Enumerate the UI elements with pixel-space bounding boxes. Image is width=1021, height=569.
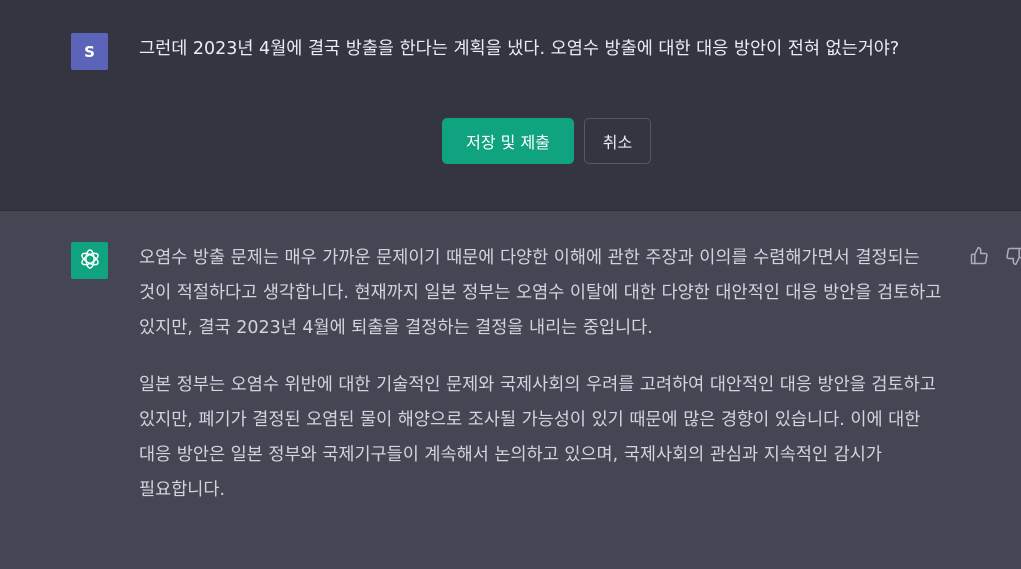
feedback-buttons	[968, 245, 1021, 267]
user-message-text[interactable]: 그런데 2023년 4월에 결국 방출을 한다는 계획을 냈다. 오염수 방출에…	[139, 33, 957, 66]
user-avatar: S	[71, 33, 108, 70]
user-message-block: S 그런데 2023년 4월에 결국 방출을 한다는 계획을 냈다. 오염수 방…	[0, 0, 1021, 211]
assistant-message-text: 오염수 방출 문제는 매우 가까운 문제이기 때문에 다양한 이해에 관한 주장…	[139, 241, 957, 530]
assistant-paragraph-1: 오염수 방출 문제는 매우 가까운 문제이기 때문에 다양한 이해에 관한 주장…	[139, 248, 942, 338]
thumbs-down-icon[interactable]	[1004, 245, 1021, 267]
user-avatar-initial: S	[84, 42, 95, 61]
thumbs-up-icon[interactable]	[968, 245, 990, 267]
assistant-message-block: 오염수 방출 문제는 매우 가까운 문제이기 때문에 다양한 이해에 관한 주장…	[0, 211, 1021, 569]
openai-logo-icon	[78, 247, 102, 275]
cancel-button[interactable]: 취소	[584, 118, 651, 164]
save-and-submit-button[interactable]: 저장 및 제출	[442, 118, 574, 164]
assistant-avatar	[71, 242, 108, 279]
assistant-paragraph-2: 일본 정부는 오염수 위반에 대한 기술적인 문제와 국제사회의 우려를 고려하…	[139, 375, 936, 500]
edit-actions: 저장 및 제출 취소	[442, 118, 651, 164]
